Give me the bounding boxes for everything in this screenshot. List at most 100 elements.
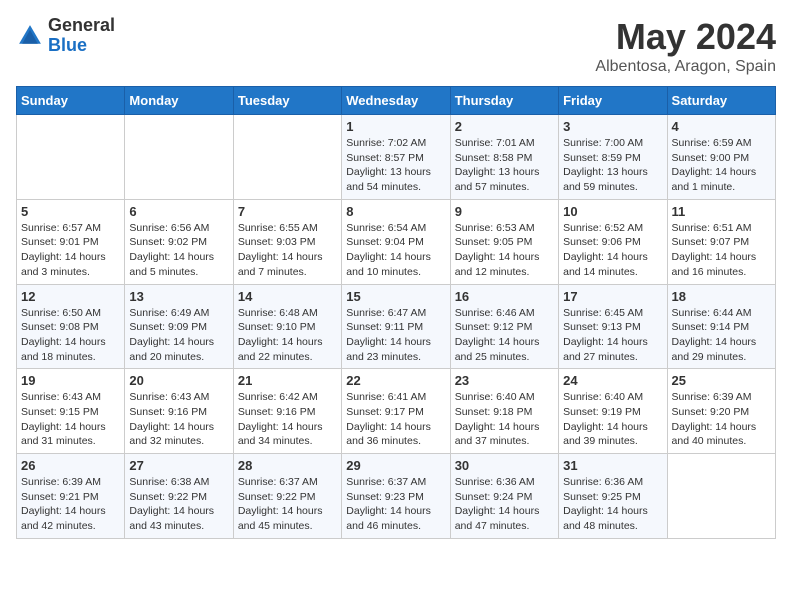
calendar-cell: 12 Sunrise: 6:50 AM Sunset: 9:08 PM Dayli…: [17, 284, 125, 369]
calendar-table: SundayMondayTuesdayWednesdayThursdayFrid…: [16, 86, 776, 539]
calendar-cell: 21 Sunrise: 6:42 AM Sunset: 9:16 PM Dayli…: [233, 369, 341, 454]
logo: General Blue: [16, 16, 115, 56]
calendar-cell: 31 Sunrise: 6:36 AM Sunset: 9:25 PM Dayli…: [559, 454, 667, 539]
calendar-cell: 3 Sunrise: 7:00 AM Sunset: 8:59 PM Daylig…: [559, 115, 667, 200]
calendar-cell: 11 Sunrise: 6:51 AM Sunset: 9:07 PM Dayli…: [667, 199, 775, 284]
calendar-cell: [667, 454, 775, 539]
day-info: Sunrise: 7:00 AM Sunset: 8:59 PM Dayligh…: [563, 136, 662, 195]
day-number: 25: [672, 373, 771, 388]
calendar-cell: 27 Sunrise: 6:38 AM Sunset: 9:22 PM Dayli…: [125, 454, 233, 539]
calendar-cell: 20Sunrise: 6:43 AM Sunset: 9:16 PM Dayli…: [125, 369, 233, 454]
day-info: Sunrise: 6:52 AM Sunset: 9:06 PM Dayligh…: [563, 221, 662, 280]
calendar-cell: 19Sunrise: 6:43 AM Sunset: 9:15 PM Dayli…: [17, 369, 125, 454]
calendar-body: 1Sunrise: 7:02 AM Sunset: 8:57 PM Daylig…: [17, 115, 776, 539]
calendar-cell: 10Sunrise: 6:52 AM Sunset: 9:06 PM Dayli…: [559, 199, 667, 284]
day-info: Sunrise: 6:39 AM Sunset: 9:21 PM Dayligh…: [21, 475, 120, 534]
day-info: Sunrise: 6:36 AM Sunset: 9:25 PM Dayligh…: [563, 475, 662, 534]
calendar-week-3: 12 Sunrise: 6:50 AM Sunset: 9:08 PM Dayli…: [17, 284, 776, 369]
day-number: 4: [672, 119, 771, 134]
day-number: 28: [238, 458, 337, 473]
calendar-cell: 25 Sunrise: 6:39 AM Sunset: 9:20 PM Dayli…: [667, 369, 775, 454]
calendar-week-2: 5 Sunrise: 6:57 AM Sunset: 9:01 PM Daylig…: [17, 199, 776, 284]
day-number: 18: [672, 289, 771, 304]
day-info: Sunrise: 6:49 AM Sunset: 9:09 PM Dayligh…: [129, 306, 228, 365]
day-number: 14: [238, 289, 337, 304]
logo-general-text: General: [48, 16, 115, 36]
calendar-cell: 15 Sunrise: 6:47 AM Sunset: 9:11 PM Dayli…: [342, 284, 450, 369]
day-info: Sunrise: 6:37 AM Sunset: 9:23 PM Dayligh…: [346, 475, 445, 534]
month-title: May 2024: [595, 16, 776, 58]
day-number: 31: [563, 458, 662, 473]
calendar-cell: 4Sunrise: 6:59 AM Sunset: 9:00 PM Daylig…: [667, 115, 775, 200]
day-info: Sunrise: 6:42 AM Sunset: 9:16 PM Dayligh…: [238, 390, 337, 449]
calendar-week-4: 19Sunrise: 6:43 AM Sunset: 9:15 PM Dayli…: [17, 369, 776, 454]
day-number: 7: [238, 204, 337, 219]
day-info: Sunrise: 6:55 AM Sunset: 9:03 PM Dayligh…: [238, 221, 337, 280]
calendar-week-5: 26 Sunrise: 6:39 AM Sunset: 9:21 PM Dayli…: [17, 454, 776, 539]
day-info: Sunrise: 6:38 AM Sunset: 9:22 PM Dayligh…: [129, 475, 228, 534]
day-number: 9: [455, 204, 554, 219]
calendar-cell: 1Sunrise: 7:02 AM Sunset: 8:57 PM Daylig…: [342, 115, 450, 200]
calendar-cell: 29 Sunrise: 6:37 AM Sunset: 9:23 PM Dayli…: [342, 454, 450, 539]
weekday-header-thursday: Thursday: [450, 87, 558, 115]
day-info: Sunrise: 6:51 AM Sunset: 9:07 PM Dayligh…: [672, 221, 771, 280]
calendar-cell: 23Sunrise: 6:40 AM Sunset: 9:18 PM Dayli…: [450, 369, 558, 454]
calendar-cell: 8Sunrise: 6:54 AM Sunset: 9:04 PM Daylig…: [342, 199, 450, 284]
day-number: 16: [455, 289, 554, 304]
weekday-header-row: SundayMondayTuesdayWednesdayThursdayFrid…: [17, 87, 776, 115]
day-number: 15: [346, 289, 445, 304]
day-number: 19: [21, 373, 120, 388]
calendar-cell: [233, 115, 341, 200]
day-number: 22: [346, 373, 445, 388]
day-info: Sunrise: 6:44 AM Sunset: 9:14 PM Dayligh…: [672, 306, 771, 365]
calendar-cell: [17, 115, 125, 200]
day-info: Sunrise: 6:36 AM Sunset: 9:24 PM Dayligh…: [455, 475, 554, 534]
weekday-header-monday: Monday: [125, 87, 233, 115]
logo-blue-text: Blue: [48, 36, 115, 56]
weekday-header-wednesday: Wednesday: [342, 87, 450, 115]
calendar-cell: 7 Sunrise: 6:55 AM Sunset: 9:03 PM Daylig…: [233, 199, 341, 284]
calendar-cell: 14Sunrise: 6:48 AM Sunset: 9:10 PM Dayli…: [233, 284, 341, 369]
calendar-cell: [125, 115, 233, 200]
page-header: General Blue May 2024 Albentosa, Aragon,…: [16, 16, 776, 76]
weekday-header-sunday: Sunday: [17, 87, 125, 115]
weekday-header-friday: Friday: [559, 87, 667, 115]
day-number: 6: [129, 204, 228, 219]
calendar-cell: 24Sunrise: 6:40 AM Sunset: 9:19 PM Dayli…: [559, 369, 667, 454]
calendar-cell: 28Sunrise: 6:37 AM Sunset: 9:22 PM Dayli…: [233, 454, 341, 539]
day-number: 2: [455, 119, 554, 134]
day-number: 21: [238, 373, 337, 388]
logo-text: General Blue: [48, 16, 115, 56]
day-info: Sunrise: 6:39 AM Sunset: 9:20 PM Dayligh…: [672, 390, 771, 449]
day-info: Sunrise: 6:50 AM Sunset: 9:08 PM Dayligh…: [21, 306, 120, 365]
day-info: Sunrise: 7:02 AM Sunset: 8:57 PM Dayligh…: [346, 136, 445, 195]
day-info: Sunrise: 6:57 AM Sunset: 9:01 PM Dayligh…: [21, 221, 120, 280]
day-number: 29: [346, 458, 445, 473]
day-info: Sunrise: 6:41 AM Sunset: 9:17 PM Dayligh…: [346, 390, 445, 449]
day-number: 3: [563, 119, 662, 134]
day-number: 11: [672, 204, 771, 219]
calendar-cell: 17Sunrise: 6:45 AM Sunset: 9:13 PM Dayli…: [559, 284, 667, 369]
day-info: Sunrise: 6:46 AM Sunset: 9:12 PM Dayligh…: [455, 306, 554, 365]
day-info: Sunrise: 6:47 AM Sunset: 9:11 PM Dayligh…: [346, 306, 445, 365]
day-number: 5: [21, 204, 120, 219]
calendar-cell: 26 Sunrise: 6:39 AM Sunset: 9:21 PM Dayli…: [17, 454, 125, 539]
weekday-header-tuesday: Tuesday: [233, 87, 341, 115]
day-info: Sunrise: 6:56 AM Sunset: 9:02 PM Dayligh…: [129, 221, 228, 280]
day-number: 13: [129, 289, 228, 304]
calendar-cell: 6 Sunrise: 6:56 AM Sunset: 9:02 PM Daylig…: [125, 199, 233, 284]
logo-icon: [16, 22, 44, 50]
day-number: 27: [129, 458, 228, 473]
day-number: 30: [455, 458, 554, 473]
calendar-cell: 22 Sunrise: 6:41 AM Sunset: 9:17 PM Dayli…: [342, 369, 450, 454]
calendar-cell: 16 Sunrise: 6:46 AM Sunset: 9:12 PM Dayli…: [450, 284, 558, 369]
calendar-cell: 18 Sunrise: 6:44 AM Sunset: 9:14 PM Dayli…: [667, 284, 775, 369]
day-number: 12: [21, 289, 120, 304]
day-number: 17: [563, 289, 662, 304]
day-info: Sunrise: 6:40 AM Sunset: 9:19 PM Dayligh…: [563, 390, 662, 449]
day-number: 26: [21, 458, 120, 473]
day-info: Sunrise: 6:40 AM Sunset: 9:18 PM Dayligh…: [455, 390, 554, 449]
calendar-cell: 13 Sunrise: 6:49 AM Sunset: 9:09 PM Dayli…: [125, 284, 233, 369]
calendar-cell: 5 Sunrise: 6:57 AM Sunset: 9:01 PM Daylig…: [17, 199, 125, 284]
calendar-cell: 2Sunrise: 7:01 AM Sunset: 8:58 PM Daylig…: [450, 115, 558, 200]
